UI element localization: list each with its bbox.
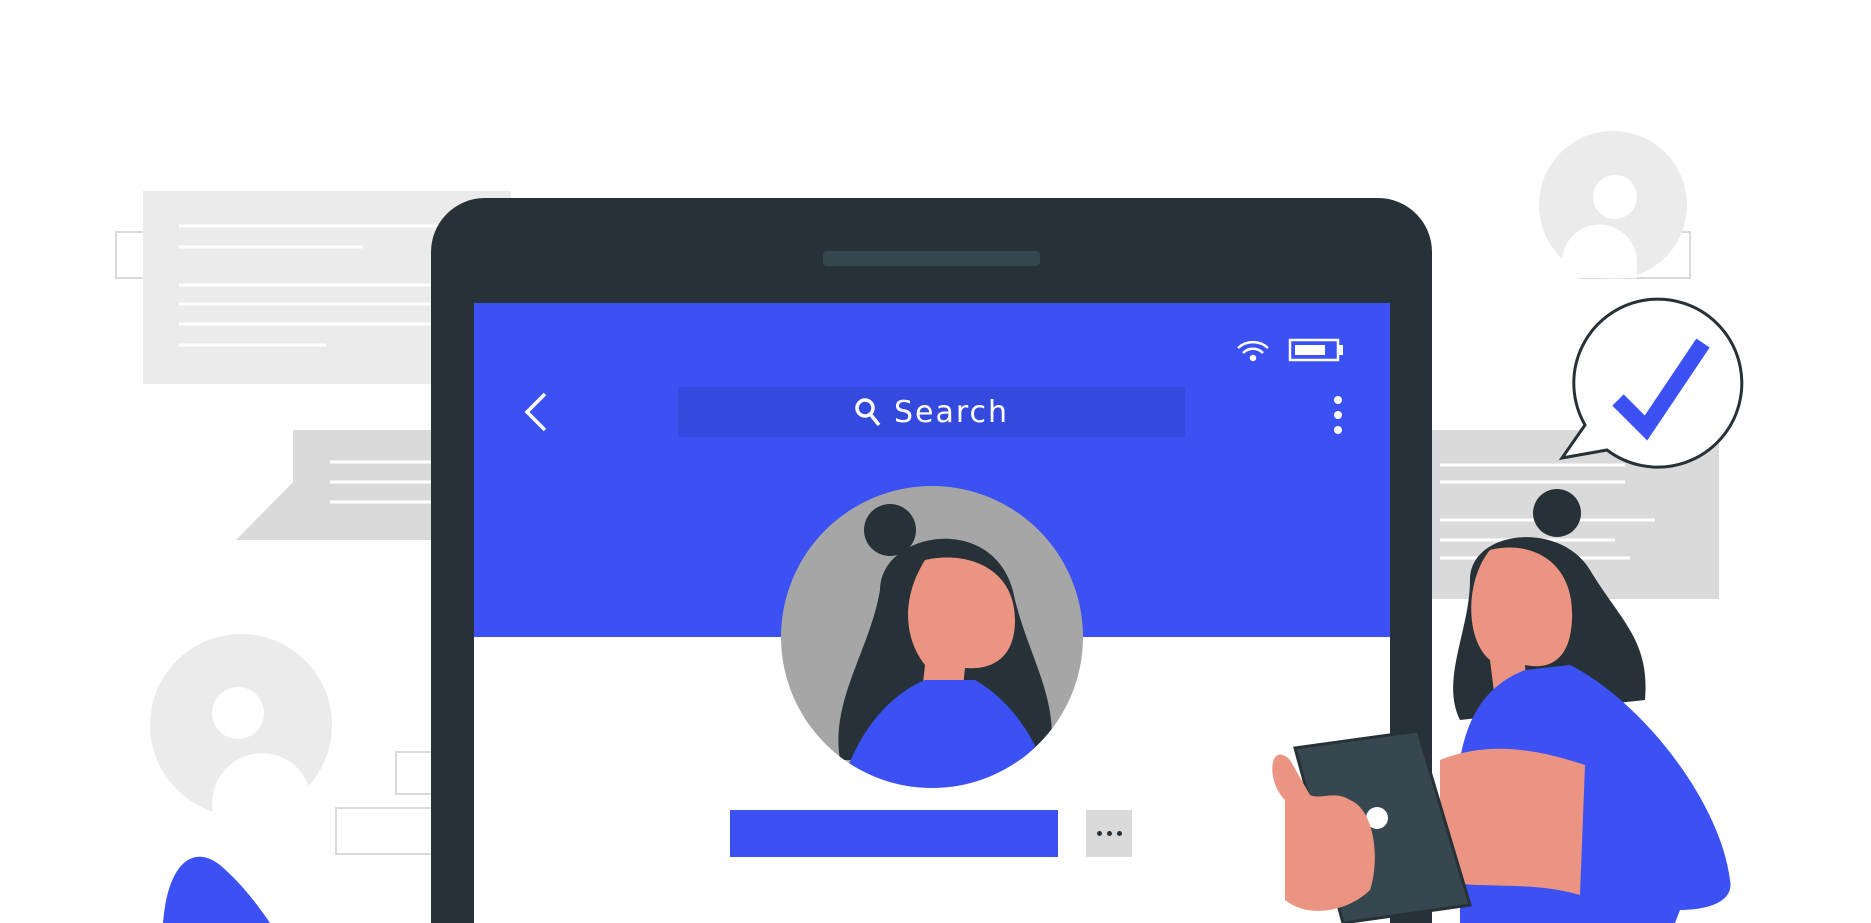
chevron-left-icon: [524, 392, 547, 432]
profile-avatar: [781, 486, 1083, 788]
dot-icon: [1106, 831, 1112, 836]
check-bubble-icon: [1558, 297, 1744, 469]
back-button[interactable]: [515, 388, 555, 436]
search-bar[interactable]: Search: [678, 387, 1185, 437]
phone-speaker: [823, 251, 1040, 266]
background-chat-bubble-left: [236, 430, 440, 540]
user-avatar-icon-top-right: [1539, 131, 1691, 279]
profile-name-placeholder-button[interactable]: [730, 810, 1058, 857]
more-options-button[interactable]: [1326, 392, 1350, 438]
dot-icon: [1096, 831, 1102, 836]
search-icon: [855, 398, 881, 427]
search-label: Search: [893, 394, 1010, 430]
more-vertical-icon: [1334, 396, 1342, 434]
dot-icon: [1116, 831, 1122, 836]
illustration: [115, 131, 1744, 923]
profile-more-button[interactable]: [1086, 810, 1132, 857]
user-avatar-icon-bottom-left: [150, 634, 437, 855]
person-partial-bottom-left: [163, 856, 270, 923]
